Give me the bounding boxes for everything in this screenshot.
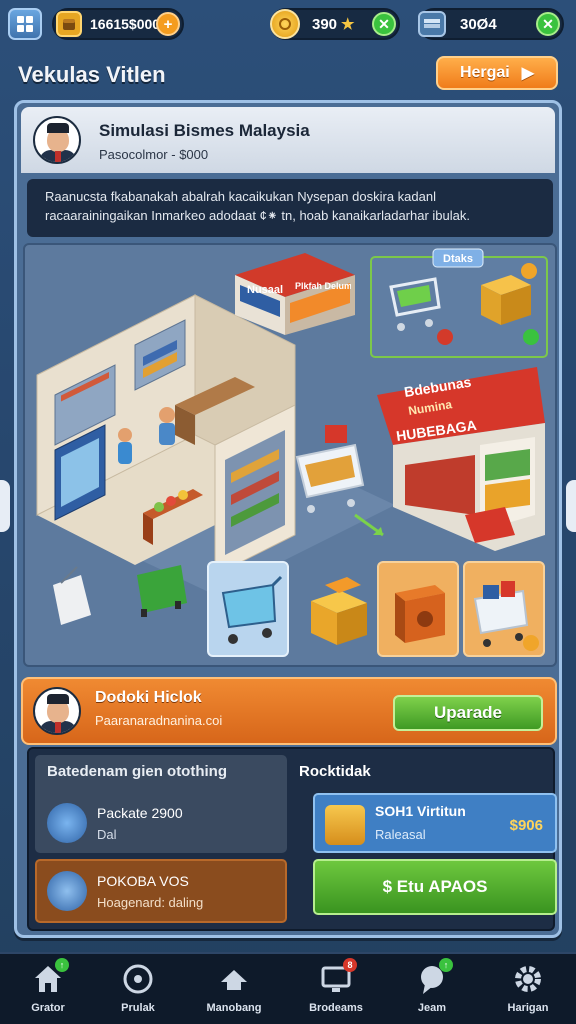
wrench-badge-icon[interactable] [521, 263, 537, 279]
nav-item-manager[interactable]: Manobang [186, 962, 282, 1024]
play-arrow-icon: ▶ [521, 65, 535, 82]
monitor-icon: 8 [319, 958, 357, 996]
treasure-icon [56, 11, 82, 37]
gems-value: 390 [312, 15, 338, 33]
virtitun-card[interactable]: SOH1 Virtitun Raleasal $906 [313, 793, 557, 853]
hire-label: Hergai [459, 64, 510, 81]
item-tile-full-cart[interactable] [463, 561, 545, 657]
add-gems-button[interactable]: ✕ [372, 12, 396, 36]
item-tile-crate[interactable] [377, 561, 459, 657]
star-icon: ★ [341, 16, 355, 33]
manager-avatar [33, 116, 81, 164]
crate-icon [395, 585, 445, 643]
box-icon [325, 805, 365, 845]
card1-sub: Dal [97, 827, 117, 842]
add-coins-button[interactable]: + [156, 12, 180, 36]
basket-item [53, 566, 91, 625]
notification-badge: 8 [343, 958, 357, 972]
gems-counter: 390 ★ ✕ [270, 8, 400, 40]
nav-label: Grator [31, 1002, 65, 1014]
nav-item-team[interactable]: ↑ Jeam [384, 958, 480, 1024]
menu-grid-button[interactable] [8, 8, 42, 40]
coins-counter: 16615$000 + [52, 8, 184, 40]
buy-button[interactable]: $ Etu APAOS [313, 859, 557, 915]
green-bin-item [137, 565, 187, 617]
full-cart-icon [473, 581, 539, 651]
gold-coin-icon [270, 9, 300, 39]
grid-icon [17, 16, 33, 32]
upgrade-panel: Dodoki Hiclok Paaranaradnanina.coi Upara… [21, 677, 557, 745]
nav-label: Brodeams [309, 1002, 363, 1014]
bottom-nav: ↑ Grator Prulak Manobang 8 Brodeams ↑ Je… [0, 952, 576, 1024]
upgrade-button[interactable]: Uparade [393, 695, 543, 731]
plus-icon: + [163, 15, 173, 33]
nav-label: Manobang [206, 1002, 262, 1014]
top-bar: 16615$000 + 390 ★ ✕ 30Ø4 ✕ [0, 0, 576, 48]
stand-sign: Plkfah Deluma [295, 281, 351, 291]
nav-item-broadcast[interactable]: 8 Brodeams [288, 958, 384, 1024]
right-side-arrow[interactable] [566, 480, 576, 532]
chat-icon: ↑ [415, 958, 453, 996]
close-plus-icon: ✕ [378, 15, 390, 32]
upgrade-avatar [33, 687, 81, 735]
coins-value: 16615$000 [90, 16, 161, 32]
lower-section: Batedenam gien otothing Packate 2900 Dal… [27, 747, 557, 931]
nav-item-target[interactable]: Prulak [90, 962, 186, 1024]
panel-header: Simulasi Bismes Malaysia Pasocolmor - $0… [21, 107, 555, 173]
nav-label: Harigan [507, 1002, 549, 1014]
scene-tag: Dtaks [443, 253, 473, 265]
helmet-icon [47, 871, 87, 911]
upgrade-subtitle: Paaranaradnanina.coi [95, 713, 223, 728]
item-tile-boxes[interactable] [299, 561, 385, 657]
description-box: Raanucsta fkabanakah abalrah kacaikukan … [27, 179, 553, 237]
box-stack-illustration [481, 275, 531, 325]
cash-value: 30Ø4 [460, 15, 497, 33]
card2-title: POKOBA VOS [97, 873, 189, 889]
cash-stack-icon [418, 11, 446, 37]
cart-icon [221, 575, 283, 644]
home-badge: ↑ [55, 958, 69, 972]
store-scene: Dtaks Bdebunas Numina HUBEBAGA Nusaal Pl… [23, 243, 557, 667]
add-cash-button[interactable]: ✕ [536, 12, 560, 36]
cash-counter: 30Ø4 ✕ [418, 8, 564, 40]
target-icon [121, 962, 155, 996]
hat-icon [217, 962, 251, 996]
nav-label: Jeam [417, 1002, 447, 1014]
right-heading: Rocktidak [299, 763, 371, 780]
card3-sub: Raleasal [375, 827, 426, 842]
nav-label: Prulak [121, 1002, 155, 1014]
upgrade-title: Dodoki Hiclok [95, 689, 202, 706]
card1-title: Packate 2900 [97, 805, 183, 821]
panel-subtitle: Pasocolmor - $000 [99, 147, 209, 162]
team-badge: ↑ [439, 958, 453, 972]
card3-title: SOH1 Virtitun [375, 803, 466, 819]
package-card[interactable]: Batedenam gien otothing Packate 2900 Dal [35, 755, 287, 853]
boxes-icon [311, 577, 367, 645]
left-side-arrow[interactable] [0, 480, 10, 532]
panel-title: Simulasi Bismes Malaysia [99, 121, 310, 140]
pokoba-card[interactable]: POKOBA VOS Hoagenard: daling [35, 859, 287, 923]
gear-icon [511, 962, 545, 996]
page-title: Vekulas Vitlen [18, 62, 166, 87]
close-plus-icon: ✕ [542, 15, 554, 32]
helmet-icon [47, 803, 87, 843]
card3-value: $906 [509, 817, 543, 834]
hire-button[interactable]: Hergai ▶ [436, 56, 558, 90]
nav-item-settings[interactable]: Harigan [480, 962, 576, 1024]
heading-row: Vekulas Vitlen Hergai ▶ [0, 54, 576, 94]
business-panel: Simulasi Bismes Malaysia Pasocolmor - $0… [14, 100, 562, 938]
left-heading: Batedenam gien otothing [47, 763, 227, 780]
nav-item-home[interactable]: ↑ Grator [0, 958, 96, 1024]
shop-sign-layer: Nusaal Plkfah Deluma [247, 281, 351, 296]
remove-badge-icon[interactable] [437, 329, 453, 345]
shop-sign: Nusaal [247, 284, 283, 296]
item-tile-cart-blue[interactable] [207, 561, 289, 657]
check-badge-icon[interactable] [523, 329, 539, 345]
card2-sub: Hoagenard: daling [97, 895, 204, 910]
home-icon: ↑ [31, 958, 69, 996]
